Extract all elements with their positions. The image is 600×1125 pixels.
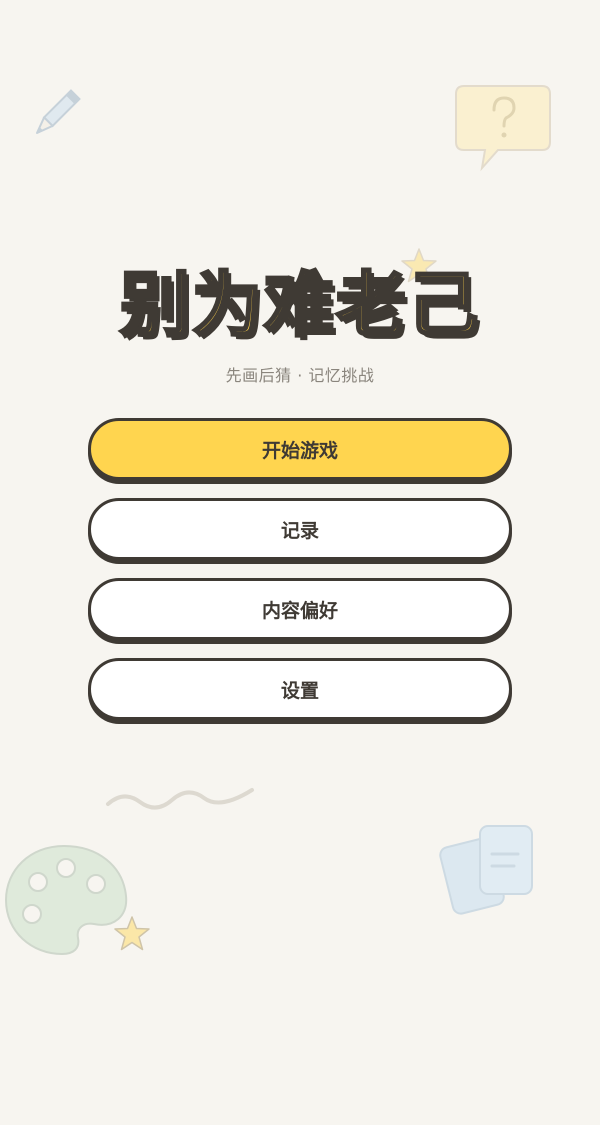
star-icon [114,916,150,951]
title-area: 别为难老己 [0,262,600,348]
cards-icon [439,825,533,915]
start-game-button[interactable]: 开始游戏 [88,418,512,480]
settings-button[interactable]: 设置 [88,658,512,720]
content-preferences-button[interactable]: 内容偏好 [88,578,512,640]
home-screen: 别为难老己 先画后猜 · 记忆挑战 开始游戏 记录 内容偏好 设置 [0,0,600,1125]
app-subtitle: 先画后猜 · 记忆挑战 [225,366,375,385]
app-title: 别为难老己 [119,263,480,348]
question-bubble-icon [455,85,551,172]
records-button[interactable]: 记录 [88,498,512,560]
squiggle-icon [106,788,254,810]
pencil-icon [36,89,81,134]
main-menu: 开始游戏 记录 内容偏好 设置 [88,418,512,738]
